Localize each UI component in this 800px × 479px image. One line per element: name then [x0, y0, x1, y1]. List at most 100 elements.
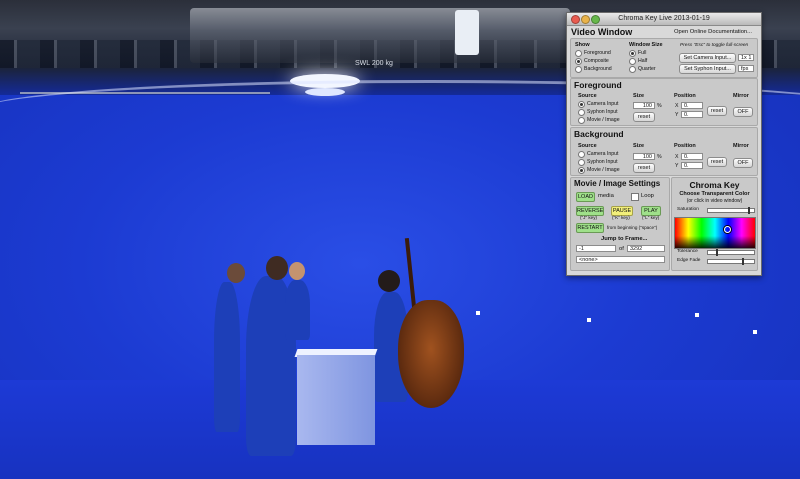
- bg-camera-label: Camera Input: [587, 151, 619, 157]
- jump-to-frame-label: Jump to Frame...: [601, 236, 648, 242]
- window-title: Chroma Key Live 2013-01-19: [618, 15, 710, 22]
- double-bass: [398, 300, 464, 408]
- tracking-marker: [753, 330, 757, 334]
- bg-position-reset-button[interactable]: reset: [707, 157, 727, 167]
- color-picker-cursor[interactable]: [724, 226, 731, 233]
- syphon-input-value: fps: [738, 65, 754, 72]
- show-composite-label: Composite: [584, 58, 609, 64]
- play-key-hint: ("L" key): [642, 215, 660, 220]
- lighting-rig: [190, 8, 570, 63]
- slider-thumb[interactable]: [748, 207, 750, 214]
- chroma-key-heading: Chroma Key: [689, 180, 740, 190]
- show-foreground-label: Foreground: [584, 50, 611, 56]
- fg-camera-label: Camera Input: [587, 101, 619, 107]
- movie-settings-panel: Movie / Image Settings LOAD media Loop R…: [570, 177, 670, 271]
- fg-x-label: X: [675, 103, 679, 109]
- bg-x-label: X: [675, 154, 679, 160]
- size-full-label: Full: [638, 50, 647, 56]
- edge-fade-slider[interactable]: [707, 258, 755, 265]
- show-label: Show: [575, 42, 590, 48]
- camera-input-value: 1x 1: [738, 54, 754, 61]
- fg-size-field[interactable]: 100: [633, 102, 655, 109]
- saturation-slider[interactable]: [707, 207, 755, 214]
- size-half-radio[interactable]: [629, 58, 636, 65]
- video-window-heading: Video Window: [571, 27, 633, 37]
- bg-x-field[interactable]: 0.: [681, 153, 703, 160]
- bg-mirror-toggle[interactable]: OFF: [733, 158, 753, 168]
- restart-button[interactable]: RESTART: [576, 223, 604, 233]
- slider-thumb[interactable]: [742, 258, 744, 265]
- fg-y-label: Y: [675, 112, 679, 118]
- bg-source-label: Source: [578, 143, 597, 149]
- fg-movie-radio[interactable]: [578, 117, 585, 124]
- fg-position-reset-button[interactable]: reset: [707, 106, 727, 116]
- fg-percent-label: %: [657, 103, 662, 109]
- loop-checkbox[interactable]: [631, 193, 639, 201]
- size-quarter-radio[interactable]: [629, 66, 636, 73]
- show-background-radio[interactable]: [575, 66, 582, 73]
- title-bar[interactable]: Chroma Key Live 2013-01-19: [567, 13, 761, 26]
- open-docs-link[interactable]: Open Online Documentation...: [674, 29, 752, 35]
- frame-total: 3292: [627, 245, 665, 252]
- bg-y-label: Y: [675, 163, 679, 169]
- fg-y-field[interactable]: 0.: [681, 111, 703, 118]
- bg-size-reset-button[interactable]: reset: [633, 163, 655, 173]
- show-foreground-radio[interactable]: [575, 50, 582, 57]
- performer-head: [266, 256, 288, 280]
- bg-movie-radio[interactable]: [578, 167, 585, 174]
- bg-position-label: Position: [674, 143, 696, 149]
- fg-syphon-radio[interactable]: [578, 109, 585, 116]
- bg-syphon-label: Syphon Input: [587, 159, 618, 165]
- load-media-button[interactable]: LOAD: [576, 192, 595, 202]
- bg-mirror-label: Mirror: [733, 143, 749, 149]
- fg-camera-radio[interactable]: [578, 101, 585, 108]
- loop-label: Loop: [641, 193, 654, 199]
- tracking-marker: [587, 318, 591, 322]
- bg-syphon-radio[interactable]: [578, 159, 585, 166]
- show-composite-radio[interactable]: [575, 58, 582, 65]
- choose-color-label: Choose Transparent Color: [679, 191, 750, 197]
- rig-load-label: SWL 200 kg: [355, 60, 393, 67]
- chroma-hint: (or click in video window): [686, 198, 743, 204]
- media-name-field: <none>: [576, 256, 665, 263]
- fg-size-label: Size: [633, 93, 645, 99]
- bg-y-field[interactable]: 0.: [681, 162, 703, 169]
- saturation-label: Saturation: [677, 207, 699, 212]
- bg-size-field[interactable]: 100: [633, 153, 655, 160]
- bg-percent-label: %: [657, 154, 662, 160]
- window-size-label: Window Size: [629, 42, 663, 48]
- prop-box: [297, 355, 375, 445]
- movie-settings-heading: Movie / Image Settings: [574, 179, 661, 188]
- bg-movie-label: Movie / Image: [587, 167, 620, 173]
- tolerance-label: Tolerance: [677, 249, 698, 254]
- chroma-key-window: Chroma Key Live 2013-01-19 Video Window …: [566, 12, 762, 276]
- fg-mirror-label: Mirror: [733, 93, 749, 99]
- set-camera-input-button[interactable]: Set Camera Input...: [679, 53, 736, 63]
- fg-mirror-toggle[interactable]: OFF: [733, 107, 753, 117]
- size-half-label: Half: [638, 58, 648, 64]
- slider-thumb[interactable]: [716, 249, 718, 256]
- frame-field[interactable]: -1: [576, 245, 616, 252]
- fg-position-label: Position: [674, 93, 696, 99]
- bg-camera-radio[interactable]: [578, 151, 585, 158]
- performer: [285, 280, 310, 340]
- foreground-heading: Foreground: [574, 80, 622, 90]
- size-full-radio[interactable]: [629, 50, 636, 57]
- fg-size-reset-button[interactable]: reset: [633, 112, 655, 122]
- rig-housing: [455, 10, 479, 55]
- reverse-key-hint: ("J" key): [580, 215, 598, 220]
- bg-size-label: Size: [633, 143, 645, 149]
- video-window-panel: Show Foreground Composite Background Win…: [570, 38, 758, 78]
- set-syphon-input-button[interactable]: Set Syphon Input...: [679, 64, 736, 74]
- show-background-label: Background: [584, 66, 612, 72]
- performer-head: [378, 270, 400, 292]
- fg-source-label: Source: [578, 93, 597, 99]
- foreground-panel: Foreground Source Camera Input Syphon In…: [570, 78, 758, 126]
- esc-hint: Press "Esc" to toggle full-screen: [680, 43, 749, 48]
- color-picker-spectrum[interactable]: [674, 217, 756, 249]
- tolerance-slider[interactable]: [707, 249, 755, 256]
- restart-hint: from beginning ("space"): [607, 225, 658, 230]
- fg-x-field[interactable]: 0.: [681, 102, 703, 109]
- performer-head: [227, 263, 245, 283]
- tracking-marker: [695, 313, 699, 317]
